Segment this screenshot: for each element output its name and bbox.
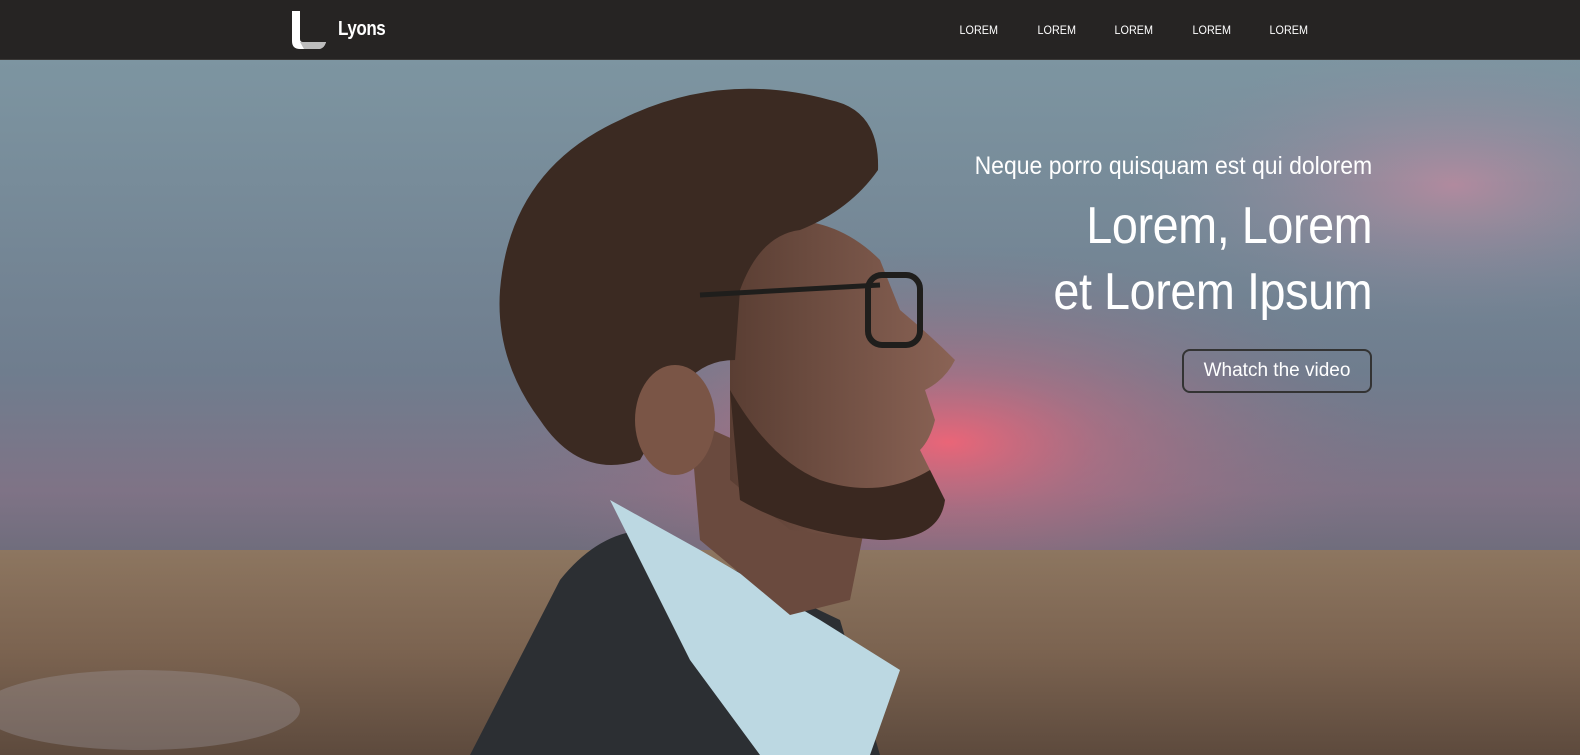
nav-item-5[interactable]: LOREM: [1254, 23, 1324, 37]
hero-section: Neque porro quisquam est qui dolorem Lor…: [0, 60, 1580, 755]
hero-eyebrow: Neque porro quisquam est qui dolorem: [974, 152, 1372, 180]
hero-headline-line-1: Lorem, Lorem: [1086, 197, 1372, 255]
nav-item-3[interactable]: LOREM: [1099, 23, 1169, 37]
brand-name: Lyons: [338, 17, 386, 40]
main-nav: LOREM LOREM LOREM LOREM LOREM: [940, 0, 1328, 59]
nav-item-4[interactable]: LOREM: [1176, 23, 1246, 37]
nav-item-1[interactable]: LOREM: [944, 23, 1014, 37]
top-navbar: Lyons LOREM LOREM LOREM LOREM LOREM: [0, 0, 1580, 60]
lyons-logo-icon: [292, 11, 326, 49]
nav-item-2[interactable]: LOREM: [1021, 23, 1091, 37]
hero-headline-line-2: et Lorem Ipsum: [1053, 263, 1372, 321]
brand-logo[interactable]: Lyons: [290, 9, 394, 49]
watch-video-button[interactable]: Whatch the video: [1182, 349, 1372, 393]
hero-headline: Lorem, Lorem et Lorem Ipsum: [983, 193, 1372, 325]
hero-copy: Neque porro quisquam est qui dolorem Lor…: [940, 152, 1372, 393]
